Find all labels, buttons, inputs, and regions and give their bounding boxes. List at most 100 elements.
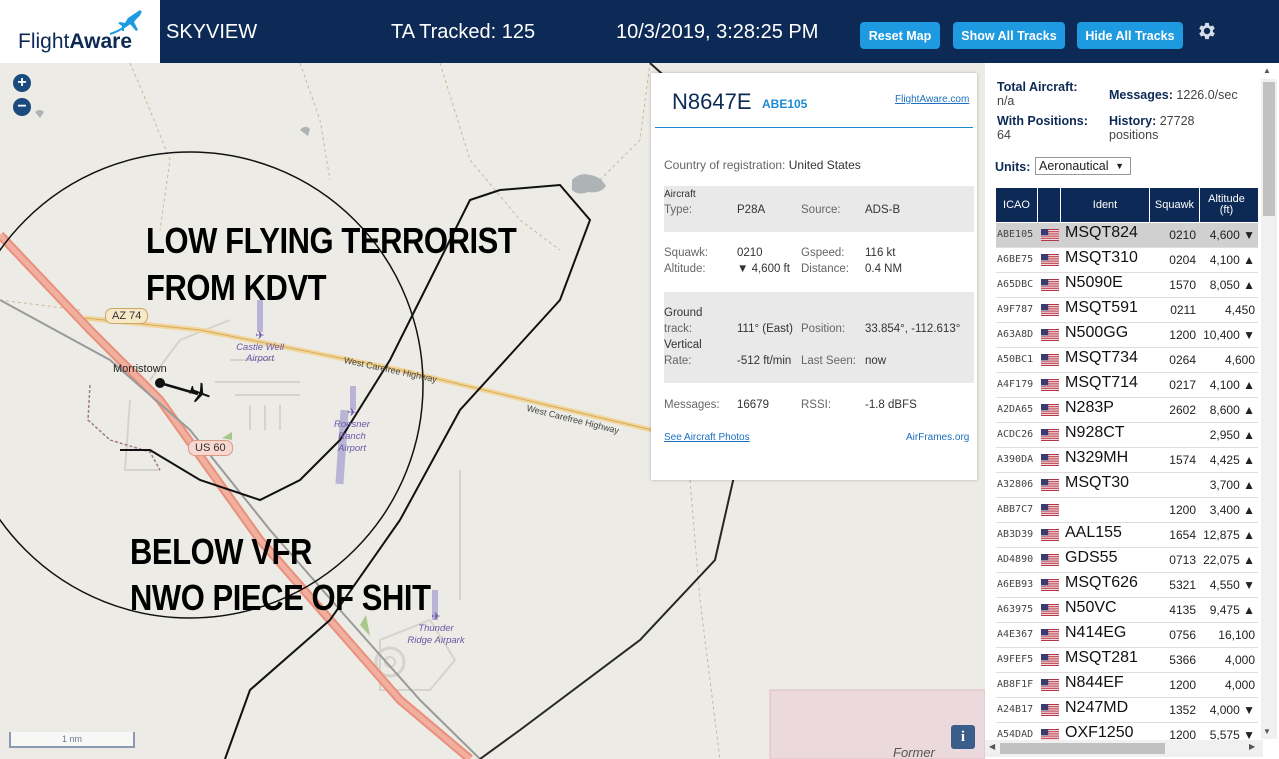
table-row[interactable]: A24B17 N247MD 1352 4,000 ▼ bbox=[996, 698, 1258, 723]
us-flag-icon bbox=[1041, 728, 1059, 742]
col-squawk[interactable]: Squawk bbox=[1150, 188, 1200, 222]
table-row[interactable]: A4F179 MSQT714 0217 4,100 ▲ bbox=[996, 373, 1258, 398]
row-ident: N928CT bbox=[1065, 424, 1125, 441]
airport-label: Roesner bbox=[334, 419, 370, 430]
with-positions-label: With Positions: bbox=[997, 114, 1088, 128]
row-ident: MSQT734 bbox=[1065, 349, 1138, 366]
col-icao[interactable]: ICAO bbox=[996, 188, 1038, 222]
table-row[interactable]: ABE105 MSQT824 0210 4,600 ▼ bbox=[996, 223, 1258, 248]
row-squawk: 0264 bbox=[1169, 353, 1196, 367]
logo-text-flight: Flight bbox=[18, 30, 70, 53]
row-altitude: 2,950 ▲ bbox=[1209, 428, 1255, 442]
table-row[interactable]: AB3D39 AAL155 1654 12,875 ▲ bbox=[996, 523, 1258, 548]
hide-all-tracks-button[interactable]: Hide All Tracks bbox=[1077, 22, 1183, 49]
reset-map-button[interactable]: Reset Map bbox=[860, 22, 940, 49]
aircraft-detail-popup: N8647E ABE105 FlightAware.com Country of… bbox=[651, 73, 977, 480]
row-ident: MSQT281 bbox=[1065, 649, 1138, 666]
table-row[interactable]: A6BE75 MSQT310 0204 4,100 ▲ bbox=[996, 248, 1258, 273]
zoom-in-icon[interactable]: + bbox=[13, 74, 31, 92]
col-ident[interactable]: Ident bbox=[1061, 188, 1150, 222]
us-flag-icon bbox=[1041, 303, 1059, 317]
history-stat: History: 27728 positions bbox=[1109, 114, 1194, 142]
units-select-value: Aeronautical bbox=[1039, 159, 1109, 173]
table-row[interactable]: A63975 N50VC 4135 9,475 ▲ bbox=[996, 598, 1258, 623]
col-flag[interactable] bbox=[1038, 188, 1061, 222]
settings-gear-icon[interactable] bbox=[1196, 20, 1218, 42]
messages-stat-label: Messages: bbox=[1109, 88, 1173, 102]
row-ident: N50VC bbox=[1065, 599, 1117, 616]
table-row[interactable]: ACDC26 N928CT 2,950 ▲ bbox=[996, 423, 1258, 448]
scroll-right-icon[interactable]: ▶ bbox=[1249, 742, 1255, 751]
position-label: Position: bbox=[801, 323, 846, 335]
airframes-link[interactable]: AirFrames.org bbox=[906, 432, 969, 443]
aircraft-callsign-link[interactable]: ABE105 bbox=[762, 97, 807, 111]
sidebar-horizontal-scroll-thumb[interactable] bbox=[1000, 743, 1165, 754]
row-icao: A63975 bbox=[997, 604, 1034, 615]
ground-value: 111° (East) bbox=[737, 323, 793, 335]
table-row[interactable]: ABB7C7 1200 3,400 ▲ bbox=[996, 498, 1258, 523]
table-row[interactable]: A9FEF5 MSQT281 5366 4,000 bbox=[996, 648, 1258, 673]
flightaware-link[interactable]: FlightAware.com bbox=[895, 94, 969, 105]
row-squawk: 0204 bbox=[1169, 253, 1196, 267]
flightaware-logo[interactable]: FlightAware bbox=[0, 0, 160, 63]
us-flag-icon bbox=[1041, 578, 1059, 592]
aircraft-registration: N8647E bbox=[672, 89, 752, 114]
overlay-text-line1: LOW FLYING TERRORIST bbox=[146, 220, 517, 261]
source-label: Source: bbox=[801, 204, 841, 216]
row-ident: N414EG bbox=[1065, 624, 1127, 641]
units-select[interactable]: Aeronautical ▼ bbox=[1035, 157, 1131, 175]
row-altitude: 4,100 ▲ bbox=[1209, 253, 1255, 267]
col-altitude[interactable]: Altitude (ft) bbox=[1200, 188, 1253, 222]
sidebar-vertical-scroll-thumb[interactable] bbox=[1263, 82, 1275, 216]
row-icao: A32806 bbox=[997, 479, 1034, 490]
row-icao: AB3D39 bbox=[997, 529, 1034, 540]
row-altitude: 12,875 ▲ bbox=[1203, 528, 1255, 542]
table-row[interactable]: A2DA65 N283P 2602 8,600 ▲ bbox=[996, 398, 1258, 423]
table-row[interactable]: A50BC1 MSQT734 0264 4,600 bbox=[996, 348, 1258, 373]
us-flag-icon bbox=[1041, 678, 1059, 692]
table-row[interactable]: AD4890 GDS55 0713 22,075 ▲ bbox=[996, 548, 1258, 573]
airport-label: Castle Well bbox=[236, 342, 284, 353]
zoom-out-icon[interactable]: − bbox=[13, 98, 31, 116]
table-row[interactable]: A65DBC N5090E 1570 8,050 ▲ bbox=[996, 273, 1258, 298]
country-row: Country of registration: United States bbox=[664, 158, 974, 172]
ta-tracked-count: TA Tracked: 125 bbox=[391, 21, 536, 43]
type-value: P28A bbox=[737, 204, 766, 216]
scroll-down-icon[interactable]: ▼ bbox=[1263, 727, 1271, 736]
table-row[interactable]: A4E367 N414EG 0756 16,100 bbox=[996, 623, 1258, 648]
table-row[interactable]: A9F787 MSQT591 0211 4,450 bbox=[996, 298, 1258, 323]
row-altitude: 22,075 ▲ bbox=[1203, 553, 1255, 567]
info-icon[interactable]: i bbox=[951, 725, 975, 749]
airport-label: Airport bbox=[338, 443, 366, 454]
airport-label: Ridge Airpark bbox=[407, 635, 465, 646]
table-row[interactable]: A32806 MSQT30 3,700 ▲ bbox=[996, 473, 1258, 498]
table-row[interactable]: AB8F1F N844EF 1200 4,000 bbox=[996, 673, 1258, 698]
messages-value: 16679 bbox=[737, 399, 769, 411]
road-shield-us60: US 60 bbox=[188, 440, 233, 456]
airport-icon: ✈ bbox=[347, 407, 357, 419]
row-altitude: 4,425 ▲ bbox=[1209, 453, 1255, 467]
row-ident: N500GG bbox=[1065, 324, 1129, 341]
scroll-up-icon[interactable]: ▲ bbox=[1263, 66, 1271, 75]
vrate-row: Rate: -512 ft/min Last Seen: now bbox=[664, 355, 974, 367]
us-flag-icon bbox=[1041, 253, 1059, 267]
messages-stat: Messages: 1226.0/sec bbox=[1109, 88, 1238, 102]
scroll-left-icon[interactable]: ◀ bbox=[989, 742, 995, 751]
row-squawk: 0210 bbox=[1169, 228, 1196, 242]
us-flag-icon bbox=[1041, 228, 1059, 242]
distance-label: Distance: bbox=[801, 263, 849, 275]
us-flag-icon bbox=[1041, 403, 1059, 417]
table-row[interactable]: A390DA N329MH 1574 4,425 ▲ bbox=[996, 448, 1258, 473]
road-shield-az74: AZ 74 bbox=[105, 308, 149, 324]
table-row[interactable]: A6EB93 MSQT626 5321 4,550 ▼ bbox=[996, 573, 1258, 598]
row-icao: A4E367 bbox=[997, 629, 1034, 640]
aircraft-photos-link[interactable]: See Aircraft Photos bbox=[664, 432, 750, 443]
table-row[interactable]: A63A8D N500GG 1200 10,400 ▼ bbox=[996, 323, 1258, 348]
logo-text-aware: Aware bbox=[69, 30, 133, 53]
airplane-icon[interactable] bbox=[188, 381, 212, 405]
row-altitude: 4,550 ▼ bbox=[1209, 578, 1255, 592]
distance-value: 0.4 NM bbox=[865, 263, 903, 275]
show-all-tracks-button[interactable]: Show All Tracks bbox=[953, 22, 1065, 49]
total-aircraft-label: Total Aircraft: bbox=[997, 80, 1078, 94]
row-icao: A390DA bbox=[997, 454, 1034, 465]
